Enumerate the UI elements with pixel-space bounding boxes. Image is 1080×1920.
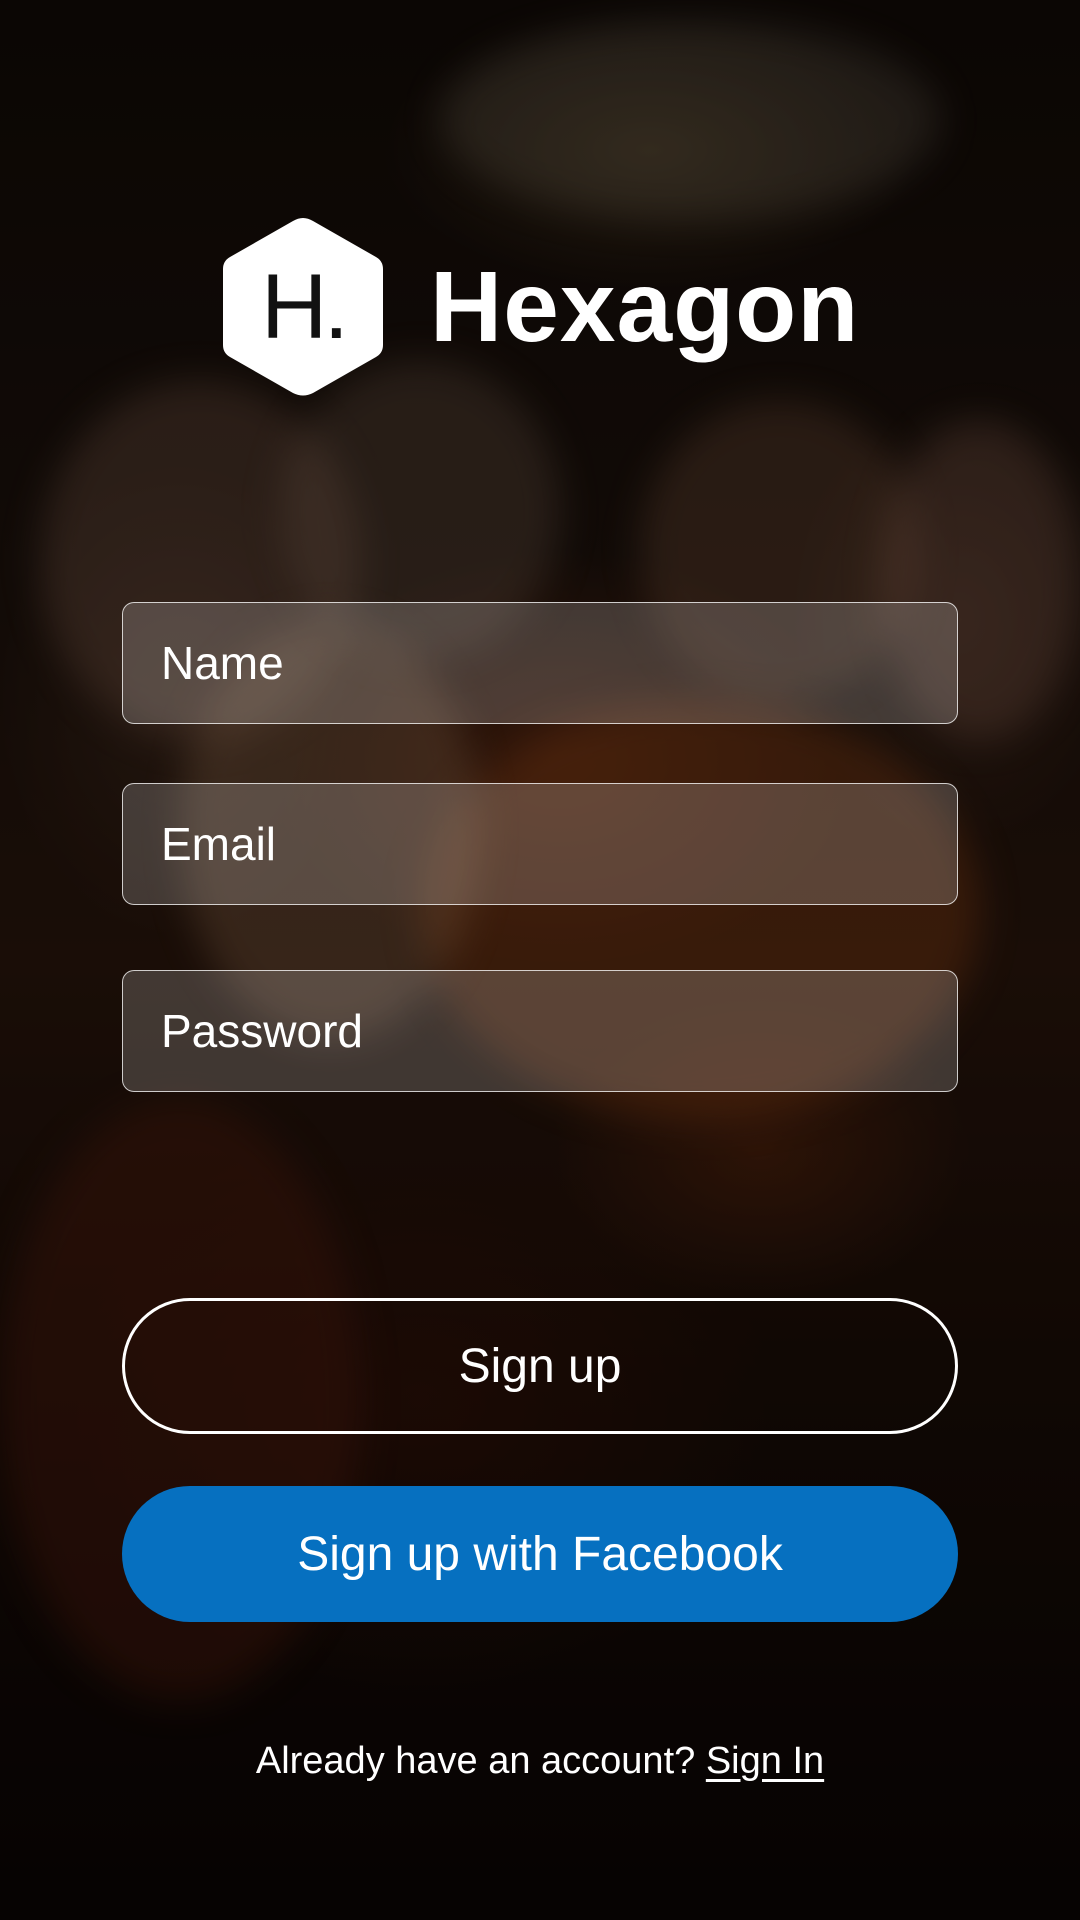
- brand-header: H. Hexagon: [218, 212, 859, 402]
- signup-button-label: Sign up: [458, 1339, 622, 1393]
- signin-prompt-text: Already have an account?: [255, 1740, 696, 1782]
- password-field[interactable]: [122, 970, 958, 1092]
- name-field[interactable]: [122, 602, 958, 724]
- password-input[interactable]: [161, 1004, 957, 1058]
- hexagon-icon: H.: [218, 212, 388, 402]
- signup-button[interactable]: Sign up: [122, 1298, 958, 1434]
- name-input[interactable]: [161, 636, 957, 690]
- email-field[interactable]: [122, 783, 958, 905]
- signup-screen: H. Hexagon Sign up Sign up with Facebook…: [0, 0, 1080, 1920]
- facebook-signup-button[interactable]: Sign up with Facebook: [122, 1486, 958, 1622]
- logo-letter: H.: [261, 255, 349, 358]
- brand-name: Hexagon: [430, 251, 860, 363]
- signin-link[interactable]: Sign In: [706, 1740, 824, 1782]
- signin-prompt: Already have an account? Sign In: [0, 1740, 1080, 1783]
- facebook-signup-label: Sign up with Facebook: [297, 1527, 783, 1581]
- email-input[interactable]: [161, 817, 957, 871]
